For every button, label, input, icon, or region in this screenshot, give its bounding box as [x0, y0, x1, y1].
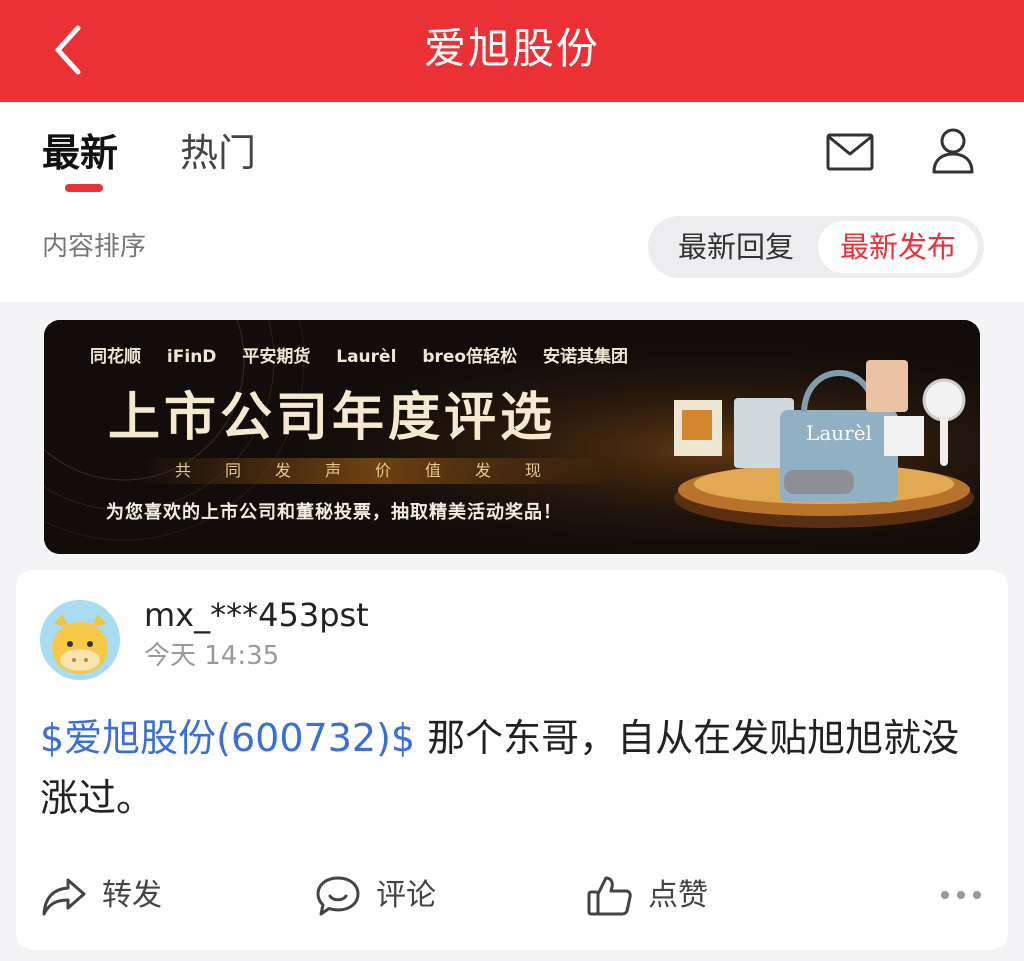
partner-logo: Laurèl: [336, 347, 397, 367]
partner-logos: 同花顺 iFinD 平安期货 Laurèl breo倍轻松 安诺其集团: [90, 342, 648, 367]
share-button[interactable]: 转发: [40, 868, 200, 928]
app-header: 爱旭股份: [0, 0, 1024, 102]
like-icon: [587, 876, 632, 916]
partner-logo: iFinD: [166, 347, 217, 367]
sort-by-publish[interactable]: 最新发布: [818, 221, 978, 273]
post-card: mx_***453pst 今天 14:35 $爱旭股份(600732)$ 那个东…: [16, 570, 1008, 950]
sort-toggle: 最新回复 最新发布: [648, 216, 984, 278]
profile-button[interactable]: [930, 126, 976, 176]
more-options-button[interactable]: [936, 880, 986, 910]
banner-headline: 上市公司年度评选: [108, 387, 557, 448]
comment-button[interactable]: 评论: [314, 868, 474, 928]
user-icon: [932, 128, 974, 174]
comment-label: 评论: [376, 878, 436, 913]
post-content: $爱旭股份(600732)$ 那个东哥，自从在发贴旭旭就没涨过。: [40, 708, 990, 828]
post-username[interactable]: mx_***453pst: [144, 594, 369, 636]
partner-logo: breo倍轻松: [422, 347, 518, 367]
cow-avatar-icon: [40, 600, 120, 680]
mail-icon: [826, 133, 874, 171]
page-title: 爱旭股份: [423, 24, 600, 73]
promo-banner[interactable]: 同花顺 iFinD 平安期货 Laurèl breo倍轻松 安诺其集团 上市公司…: [44, 320, 980, 554]
tabs-section: 最新 热门 内容排序 最新回复 最新发布: [0, 102, 1024, 302]
comment-icon: [316, 876, 360, 916]
like-label: 点赞: [648, 878, 708, 913]
prize-products-image: Laurèl: [674, 360, 974, 528]
messages-button[interactable]: [826, 132, 874, 172]
bag-brand-text: Laurèl: [806, 421, 872, 445]
sort-label: 内容排序: [42, 232, 147, 262]
like-button[interactable]: 点赞: [586, 868, 746, 928]
more-icon: [941, 891, 981, 899]
sort-by-reply[interactable]: 最新回复: [656, 221, 816, 273]
tab-hot[interactable]: 热门: [180, 128, 256, 178]
active-tab-indicator: [65, 184, 103, 192]
banner-subtitle: 共同发声价值发现: [140, 458, 610, 484]
stock-tag-link[interactable]: $爱旭股份(600732)$: [40, 716, 415, 760]
tab-latest[interactable]: 最新: [42, 128, 118, 178]
partner-logo: 同花顺: [90, 347, 141, 367]
avatar[interactable]: [40, 600, 120, 680]
partner-logo: 安诺其集团: [543, 347, 629, 367]
banner-description: 为您喜欢的上市公司和董秘投票，抽取精美活动奖品！: [106, 502, 562, 523]
share-label: 转发: [102, 878, 162, 913]
partner-logo: 平安期货: [242, 347, 311, 367]
post-time: 今天 14:35: [144, 641, 280, 671]
share-icon: [42, 878, 86, 916]
